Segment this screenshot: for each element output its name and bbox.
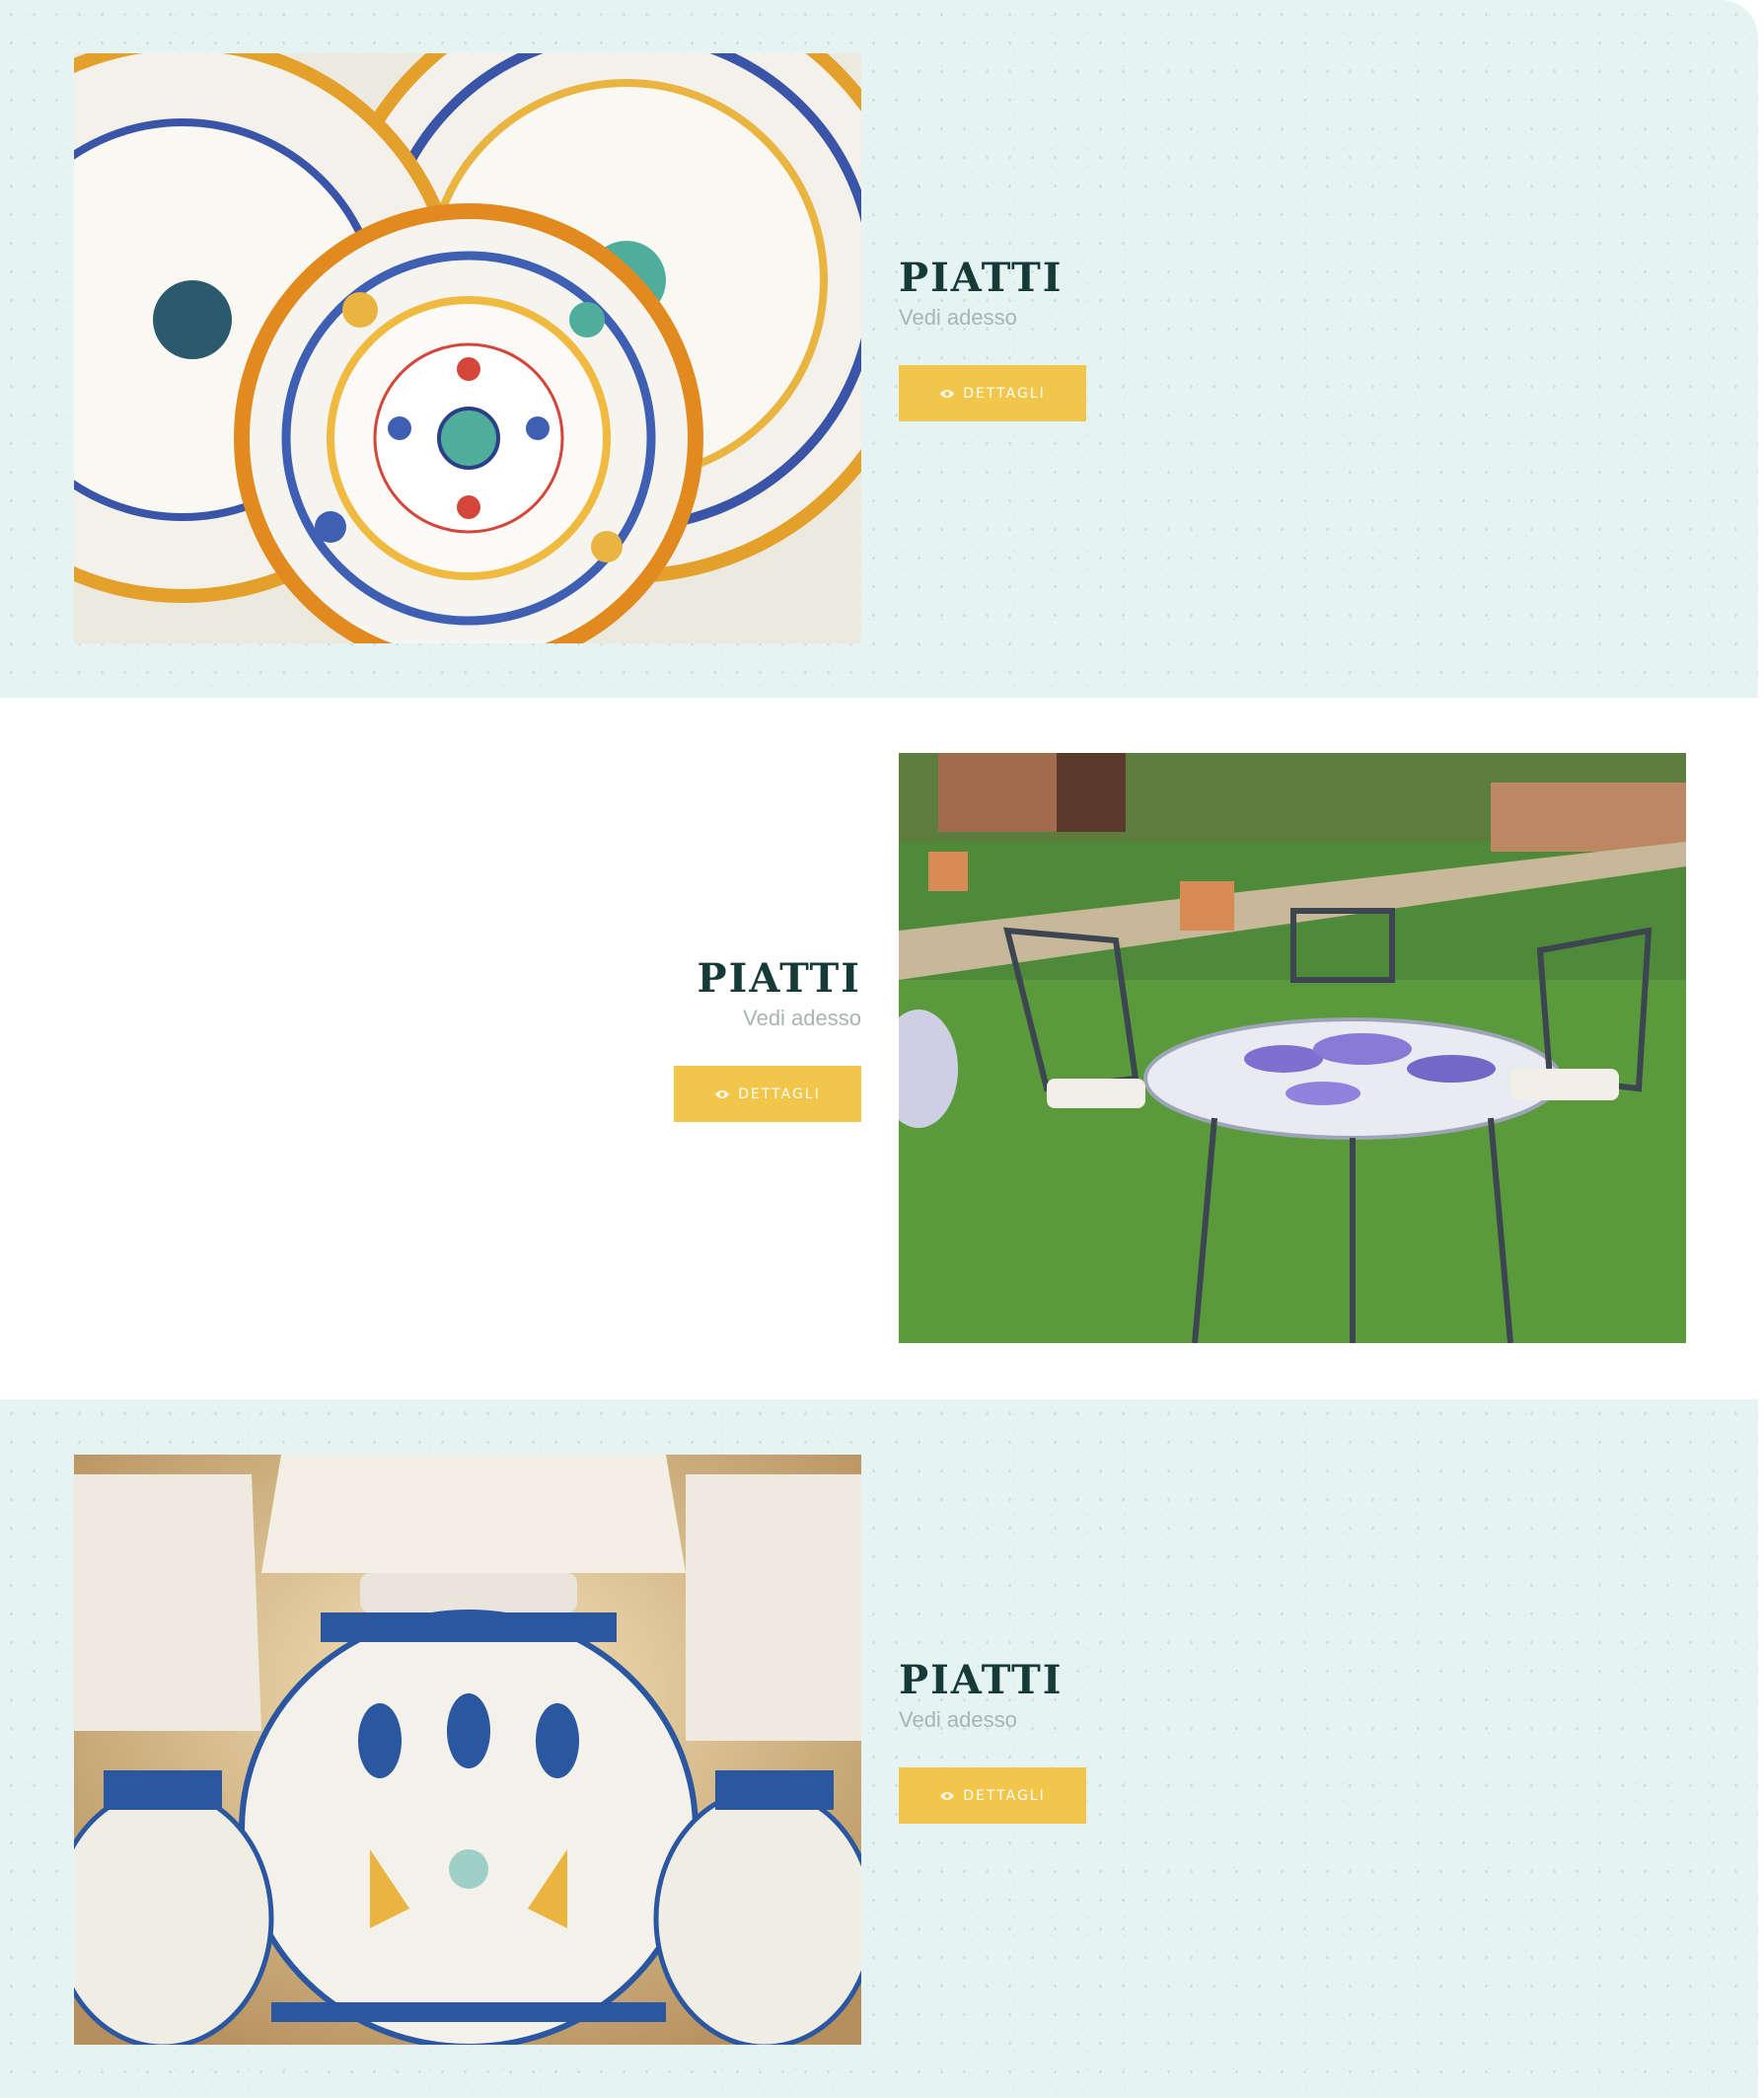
section-1-subtitle[interactable]: Vedi adesso bbox=[899, 304, 1195, 332]
eye-icon bbox=[939, 388, 955, 400]
section-2-text: PIATTI Vedi adesso DETTAGLI bbox=[565, 955, 861, 1122]
section-3-details-button[interactable]: DETTAGLI bbox=[899, 1767, 1086, 1824]
section-1-title: PIATTI bbox=[899, 255, 1064, 301]
section-3-text: PIATTI Vedi adesso DETTAGLI bbox=[899, 1657, 1195, 1824]
garden-table-illustration bbox=[899, 753, 1686, 1343]
eye-icon bbox=[939, 1790, 955, 1802]
section-3-title: PIATTI bbox=[899, 1657, 1064, 1703]
section-1-details-label: DETTAGLI bbox=[963, 385, 1046, 402]
product-image-garden-table[interactable] bbox=[899, 753, 1686, 1343]
section-1-details-button[interactable]: DETTAGLI bbox=[899, 365, 1086, 421]
eye-icon bbox=[714, 1088, 730, 1100]
section-2-details-button[interactable]: DETTAGLI bbox=[674, 1066, 861, 1122]
section-3-details-label: DETTAGLI bbox=[963, 1787, 1046, 1804]
section-2-subtitle[interactable]: Vedi adesso bbox=[565, 1005, 861, 1032]
product-image-plates[interactable] bbox=[74, 53, 861, 643]
plates-illustration bbox=[74, 53, 861, 643]
product-image-lamps[interactable] bbox=[74, 1455, 861, 2045]
section-2-title: PIATTI bbox=[697, 955, 861, 1002]
section-2-details-label: DETTAGLI bbox=[738, 1086, 821, 1102]
section-3-subtitle[interactable]: Vedi adesso bbox=[899, 1706, 1195, 1734]
lamps-illustration bbox=[74, 1455, 861, 2045]
section-1-text: PIATTI Vedi adesso DETTAGLI bbox=[899, 255, 1195, 421]
